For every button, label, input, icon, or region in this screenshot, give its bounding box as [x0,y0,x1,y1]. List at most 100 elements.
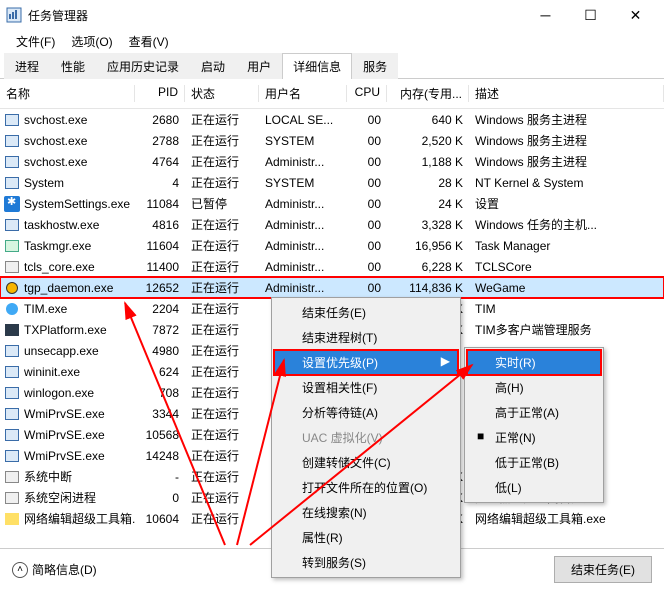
cell-name: WmiPrvSE.exe [24,428,135,442]
tab-users[interactable]: 用户 [236,53,282,79]
cell-name: tgp_daemon.exe [24,281,135,295]
cell-pid: 10604 [135,512,185,526]
col-cpu[interactable]: CPU [347,85,387,102]
cell-status: 正在运行 [185,510,259,527]
cell-mem: 640 K [387,113,469,127]
minimize-button[interactable]: ─ [523,1,568,29]
col-desc[interactable]: 描述 [469,85,664,102]
ctx-uac-virtual: UAC 虚拟化(V) [274,425,458,450]
table-row[interactable]: ✱SystemSettings.exe11084已暂停Administr...0… [0,193,664,214]
cell-desc: Windows 服务主进程 [469,111,664,128]
tab-startup[interactable]: 启动 [190,53,236,79]
cell-pid: 11400 [135,260,185,274]
cell-desc: Windows 任务的主机... [469,216,664,233]
cell-desc: 设置 [469,195,664,212]
cell-status: 正在运行 [185,300,259,317]
table-row[interactable]: tgp_daemon.exe12652正在运行Administr...00114… [0,277,664,298]
menu-file[interactable]: 文件(F) [8,30,63,52]
process-icon [4,406,20,422]
cell-pid: 11084 [135,197,185,211]
table-row[interactable]: svchost.exe4764正在运行Administr...001,188 K… [0,151,664,172]
table-row[interactable]: svchost.exe2788正在运行SYSTEM002,520 KWindow… [0,130,664,151]
cell-status: 正在运行 [185,279,259,296]
process-icon [4,511,20,527]
maximize-button[interactable]: ☐ [568,1,613,29]
priority-below-normal[interactable]: 低于正常(B) [467,450,601,475]
col-mem[interactable]: 内存(专用... [387,85,469,102]
ctx-open-location[interactable]: 打开文件所在的位置(O) [274,475,458,500]
ctx-properties[interactable]: 属性(R) [274,525,458,550]
cell-pid: 2204 [135,302,185,316]
bullet-icon: ■ [477,429,484,443]
cell-mem: 1,188 K [387,155,469,169]
col-status[interactable]: 状态 [185,85,259,102]
cell-pid: 4816 [135,218,185,232]
menu-options[interactable]: 选项(O) [63,30,120,52]
cell-name: System [24,176,135,190]
fewer-details-label: 简略信息(D) [32,561,97,578]
cell-user: Administr... [259,218,347,232]
tab-app-history[interactable]: 应用历史记录 [96,53,190,79]
ctx-goto-services[interactable]: 转到服务(S) [274,550,458,575]
cell-status: 正在运行 [185,489,259,506]
cell-desc: NT Kernel & System [469,176,664,190]
tab-details[interactable]: 详细信息 [282,53,352,79]
ctx-analyze-wait[interactable]: 分析等待链(A) [274,400,458,425]
end-task-button[interactable]: 结束任务(E) [554,556,652,583]
cell-cpu: 00 [347,113,387,127]
cell-name: Taskmgr.exe [24,239,135,253]
table-row[interactable]: System4正在运行SYSTEM0028 KNT Kernel & Syste… [0,172,664,193]
ctx-end-tree[interactable]: 结束进程树(T) [274,325,458,350]
cell-cpu: 00 [347,134,387,148]
cell-name: winlogon.exe [24,386,135,400]
cell-desc: Task Manager [469,239,664,253]
process-icon [4,259,20,275]
cell-pid: 4 [135,176,185,190]
table-row[interactable]: tcls_core.exe11400正在运行Administr...006,22… [0,256,664,277]
close-button[interactable]: ✕ [613,1,658,29]
menu-view[interactable]: 查看(V) [121,30,177,52]
cell-cpu: 00 [347,218,387,232]
process-icon [4,490,20,506]
cell-pid: 10568 [135,428,185,442]
cell-mem: 28 K [387,176,469,190]
cell-name: WmiPrvSE.exe [24,407,135,421]
context-menu: 结束任务(E) 结束进程树(T) 设置优先级(P)▶ 设置相关性(F) 分析等待… [271,297,461,578]
cell-status: 已暂停 [185,195,259,212]
priority-low[interactable]: 低(L) [467,475,601,500]
ctx-search-online[interactable]: 在线搜索(N) [274,500,458,525]
priority-normal[interactable]: ■正常(N) [467,425,601,450]
cell-status: 正在运行 [185,216,259,233]
table-row[interactable]: svchost.exe2680正在运行LOCAL SE...00640 KWin… [0,109,664,130]
tab-performance[interactable]: 性能 [50,53,96,79]
col-name[interactable]: 名称 [0,85,135,102]
cell-status: 正在运行 [185,237,259,254]
cell-pid: - [135,470,185,484]
cell-pid: 3344 [135,407,185,421]
ctx-create-dump[interactable]: 创建转储文件(C) [274,450,458,475]
col-user[interactable]: 用户名 [259,85,347,102]
table-row[interactable]: taskhostw.exe4816正在运行Administr...003,328… [0,214,664,235]
priority-realtime[interactable]: 实时(R) [467,350,601,375]
col-pid[interactable]: PID [135,85,185,102]
cell-pid: 624 [135,365,185,379]
process-icon [4,364,20,380]
tab-processes[interactable]: 进程 [4,53,50,79]
fewer-details-toggle[interactable]: ˄ 简略信息(D) [12,561,97,578]
process-icon [4,238,20,254]
cell-pid: 0 [135,491,185,505]
ctx-set-affinity[interactable]: 设置相关性(F) [274,375,458,400]
priority-high[interactable]: 高(H) [467,375,601,400]
cell-pid: 2788 [135,134,185,148]
ctx-end-task[interactable]: 结束任务(E) [274,300,458,325]
priority-above-normal[interactable]: 高于正常(A) [467,400,601,425]
ctx-set-priority[interactable]: 设置优先级(P)▶ [274,350,458,375]
cell-name: SystemSettings.exe [24,197,135,211]
cell-cpu: 00 [347,155,387,169]
cell-name: svchost.exe [24,155,135,169]
table-row[interactable]: Taskmgr.exe11604正在运行Administr...0016,956… [0,235,664,256]
tab-services[interactable]: 服务 [352,53,398,79]
cell-name: wininit.exe [24,365,135,379]
cell-user: Administr... [259,155,347,169]
cell-mem: 114,836 K [387,281,469,295]
